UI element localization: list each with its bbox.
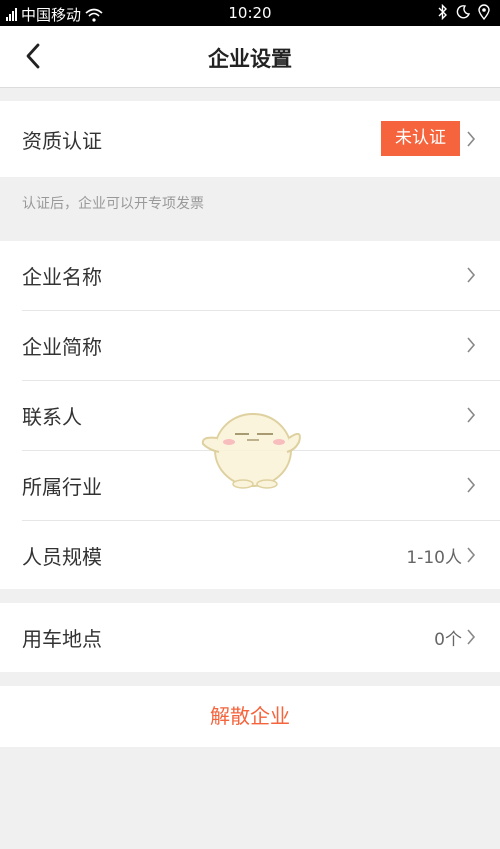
company-short-name-row[interactable]: 企业简称 bbox=[22, 311, 500, 381]
moon-icon bbox=[456, 5, 470, 19]
chevron-right-icon bbox=[467, 547, 476, 563]
row-label: 人员规模 bbox=[22, 545, 102, 569]
chevron-right-icon bbox=[467, 337, 476, 353]
bluetooth-icon bbox=[438, 4, 447, 20]
status-time: 10:20 bbox=[228, 4, 272, 22]
row-value: 0个 bbox=[434, 630, 462, 650]
staff-size-row[interactable]: 人员规模 1-10人 bbox=[22, 521, 500, 590]
nav-bar: 企业设置 bbox=[0, 26, 500, 88]
row-label: 联系人 bbox=[22, 405, 82, 429]
chevron-right-icon bbox=[467, 267, 476, 283]
qualification-label: 资质认证 bbox=[22, 129, 102, 153]
row-label: 企业名称 bbox=[22, 265, 102, 289]
chevron-right-icon bbox=[467, 477, 476, 493]
location-icon bbox=[478, 4, 490, 20]
status-badge: 未认证 bbox=[381, 121, 460, 156]
page-title: 企业设置 bbox=[208, 47, 292, 71]
status-bar: 中国移动 10:20 bbox=[0, 0, 500, 26]
qualification-row[interactable]: 资质认证 未认证 bbox=[22, 101, 500, 177]
row-label: 企业简称 bbox=[22, 335, 102, 359]
location-section: 用车地点 0个 bbox=[0, 603, 500, 672]
row-label: 所属行业 bbox=[22, 475, 102, 499]
chevron-right-icon bbox=[467, 131, 476, 147]
row-value: 1-10人 bbox=[406, 548, 462, 568]
qualification-section: 资质认证 未认证 bbox=[0, 101, 500, 177]
dissolve-company-button[interactable]: 解散企业 bbox=[0, 686, 500, 747]
status-right bbox=[438, 4, 490, 20]
qualification-note: 认证后，企业可以开专项发票 bbox=[22, 196, 204, 212]
chevron-right-icon bbox=[467, 629, 476, 645]
row-label: 用车地点 bbox=[22, 627, 102, 651]
mascot-watermark bbox=[201, 413, 301, 489]
company-name-row[interactable]: 企业名称 bbox=[22, 241, 500, 311]
vehicle-location-row[interactable]: 用车地点 0个 bbox=[22, 603, 500, 672]
chevron-right-icon bbox=[467, 407, 476, 423]
